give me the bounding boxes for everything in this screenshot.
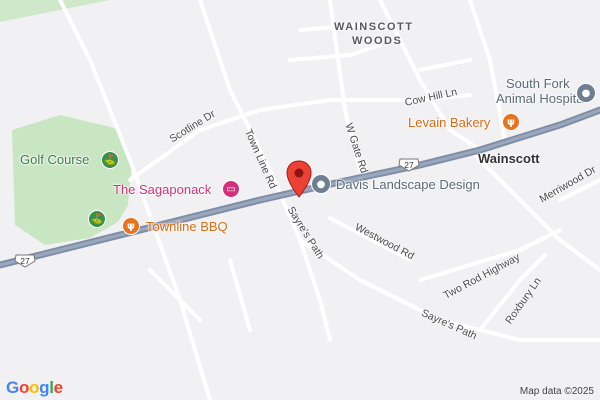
golf-course-area xyxy=(12,115,132,245)
town-label-wainscott[interactable]: Wainscott xyxy=(478,152,540,165)
route-27-shield-center: 27 xyxy=(398,158,420,172)
area-label-woods: WOODS xyxy=(352,35,403,47)
hotel-icon[interactable]: ▭ xyxy=(222,180,240,198)
google-logo-letter: G xyxy=(6,378,19,397)
poi-sagaponack-label[interactable]: The Sagaponack xyxy=(113,183,211,196)
restaurant-icon[interactable]: ψ xyxy=(122,217,140,235)
poi-levain-bakery-label[interactable]: Levain Bakery xyxy=(408,116,490,129)
google-logo-letter: g xyxy=(39,378,50,397)
place-pin-icon-hospital[interactable]: ● xyxy=(576,83,596,103)
minor-roads xyxy=(58,0,600,400)
place-pin-icon[interactable]: ● xyxy=(311,174,331,194)
poi-davis-landscape-label[interactable]: Davis Landscape Design xyxy=(336,178,480,191)
poi-hospital-label-line1[interactable]: South Fork xyxy=(506,77,570,90)
google-logo-letter: e xyxy=(53,378,63,397)
poi-townline-bbq-label[interactable]: Townline BBQ xyxy=(146,220,228,233)
route-27-shield-west: 27 xyxy=(14,254,36,268)
map-view[interactable]: WAINSCOTT WOODS Wainscott Scotline Dr To… xyxy=(0,0,600,400)
poi-golf-course-label[interactable]: Golf Course xyxy=(20,153,89,166)
bakery-icon[interactable]: ψ xyxy=(502,113,520,131)
location-marker-icon[interactable] xyxy=(286,160,312,198)
poi-hospital-label-line2[interactable]: Animal Hospital xyxy=(496,92,586,105)
google-logo-letter: o xyxy=(18,378,30,397)
map-data-attribution[interactable]: Map data ©2025 xyxy=(520,386,594,397)
golf-icon[interactable]: ⛳ xyxy=(101,151,119,169)
google-logo-letter: o xyxy=(29,378,40,397)
area-label-wainscott: WAINSCOTT xyxy=(334,21,414,33)
golf-icon-secondary[interactable]: ⛳ xyxy=(88,210,106,228)
map-base-layer xyxy=(0,0,600,400)
google-logo[interactable]: Google xyxy=(6,378,63,398)
park-strip xyxy=(0,0,110,22)
